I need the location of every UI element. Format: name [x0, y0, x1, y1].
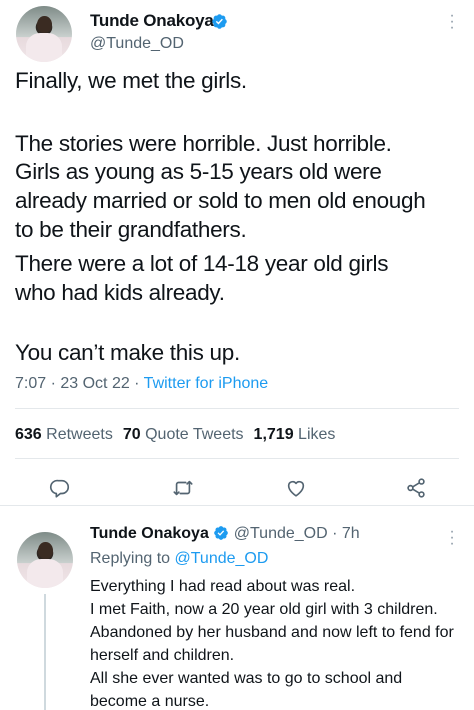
reply-author-handle[interactable]: @Tunde_OD — [234, 525, 328, 542]
reply-text-line: Abandoned by her husband and now left to… — [90, 624, 454, 641]
share-icon — [407, 478, 425, 498]
reply-icon — [50, 479, 70, 498]
avatar-head — [38, 542, 53, 559]
reply-text-line: All she ever wanted was to go to school … — [90, 670, 403, 687]
tweet-text-line: Finally, we met the girls. — [15, 68, 247, 93]
more-options-icon[interactable]: · · · — [449, 524, 455, 552]
divider — [15, 408, 459, 409]
quotes-label: Quote Tweets — [145, 426, 244, 443]
replying-prefix: Replying to — [90, 550, 175, 567]
tweet-stats: 636 Retweets 70 Quote Tweets 1,719 Likes — [15, 426, 335, 444]
tweet-text-line: to be their grandfathers. — [15, 217, 247, 242]
reply-author-name[interactable]: Tunde Onakoya — [90, 525, 209, 542]
likes-count: 1,719 — [253, 426, 294, 443]
like-icon — [287, 480, 305, 497]
reply-age[interactable]: · 7h — [328, 525, 360, 542]
like-button[interactable] — [284, 476, 308, 500]
thread-line — [44, 594, 46, 710]
verified-badge-icon — [212, 14, 227, 29]
quotes-count: 70 — [122, 426, 141, 443]
retweets-stat[interactable]: 636 Retweets — [15, 426, 113, 443]
share-button[interactable] — [404, 476, 428, 500]
reply-text-line: herself and children. — [90, 647, 235, 664]
replying-to: Replying to @Tunde_OD — [90, 550, 268, 568]
avatar[interactable] — [17, 532, 73, 588]
tweet-text-line: who had kids already. — [15, 280, 225, 305]
avatar-head — [37, 16, 52, 33]
likes-stat[interactable]: 1,719 Likes — [254, 426, 336, 443]
avatar-body — [27, 558, 63, 588]
main-tweet: Tunde Onakoya @Tunde_OD · · · Finally, we … — [0, 0, 474, 506]
reply-button[interactable] — [48, 476, 72, 500]
tweet-timestamp[interactable]: 7:07 · 23 Oct 22 · — [15, 375, 144, 392]
avatar[interactable] — [16, 6, 72, 62]
tweet-meta: 7:07 · 23 Oct 22 · Twitter for iPhone — [15, 375, 268, 393]
tweet-text-line: There were a lot of 14-18 year old girls — [15, 251, 389, 276]
tweet-text-line: You can’t make this up. — [15, 340, 240, 365]
tweet-text-line: The stories were horrible. Just horrible… — [15, 131, 392, 156]
verified-badge-icon — [214, 526, 229, 540]
divider — [15, 458, 459, 459]
reply-text-line: Everything I had read about was real. — [90, 578, 356, 595]
more-options-icon[interactable]: · · · — [449, 8, 455, 36]
reply-text-line: become a nurse. — [90, 693, 210, 710]
author-handle[interactable]: @Tunde_OD — [90, 35, 184, 53]
tweet-source[interactable]: Twitter for iPhone — [144, 375, 269, 392]
author-name[interactable]: Tunde Onakoya — [90, 11, 214, 31]
likes-label: Likes — [298, 426, 336, 443]
quotes-stat[interactable]: 70 Quote Tweets — [123, 426, 244, 443]
reply-tweet[interactable]: Tunde Onakoya @Tunde_OD · 7h · · · Replyin… — [0, 506, 474, 710]
avatar-body — [26, 32, 62, 62]
retweets-label: Retweets — [46, 426, 113, 443]
reply-text-line: I met Faith, now a 20 year old girl with… — [90, 601, 438, 618]
reply-header: Tunde Onakoya @Tunde_OD · 7h — [90, 525, 360, 543]
retweet-button[interactable] — [171, 476, 195, 500]
tweet-text-line: already married or sold to men old enoug… — [15, 188, 426, 213]
replying-to-link[interactable]: @Tunde_OD — [175, 550, 269, 567]
retweets-count: 636 — [15, 426, 42, 443]
retweet-icon — [173, 480, 193, 496]
tweet-text-line: Girls as young as 5-15 years old were — [15, 159, 382, 184]
